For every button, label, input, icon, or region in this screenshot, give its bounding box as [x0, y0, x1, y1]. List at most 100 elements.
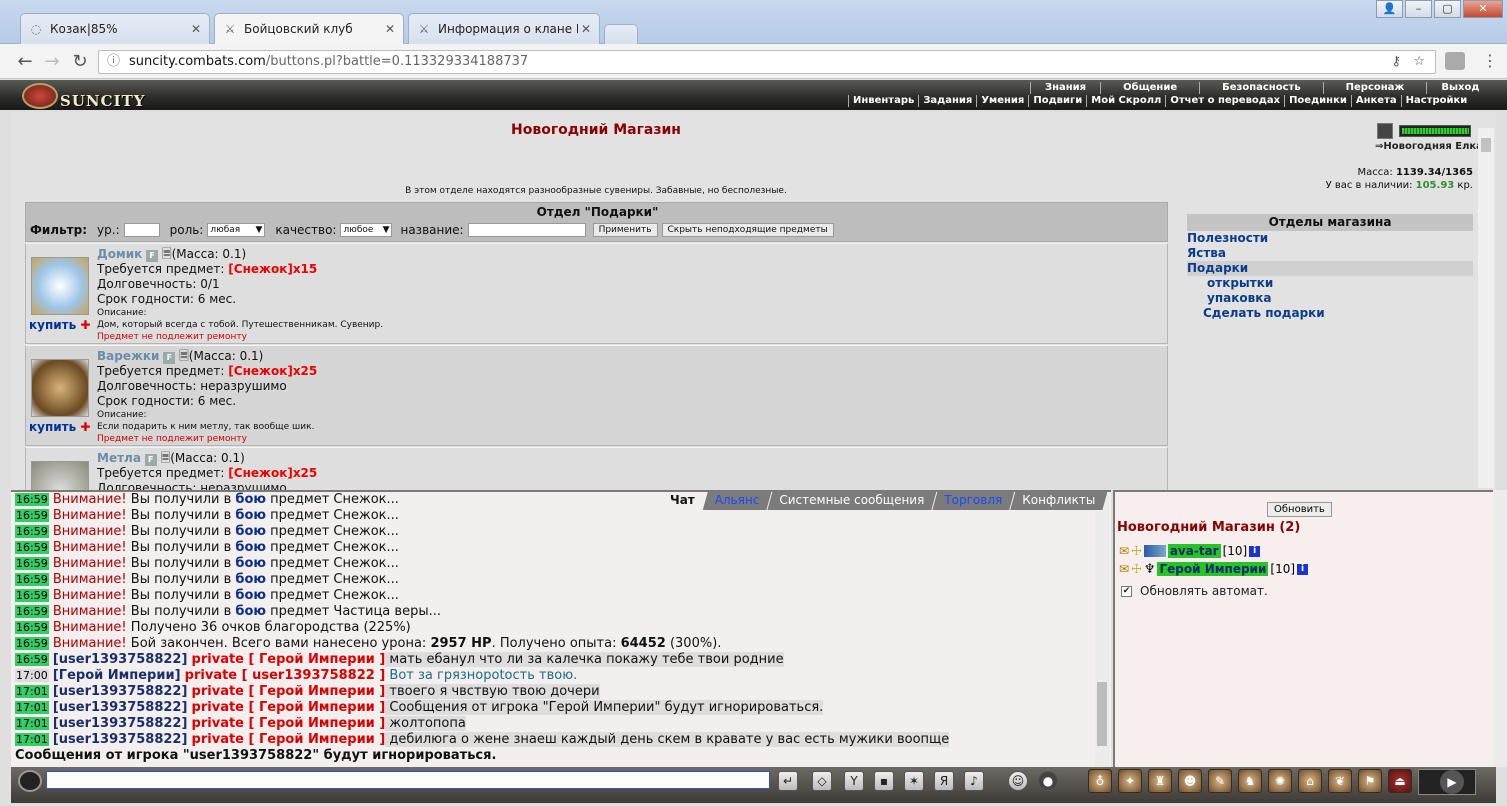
chat-time[interactable]: 16:59 — [15, 589, 49, 602]
tab-conflicts[interactable]: Конфликты — [1010, 492, 1107, 510]
chat-mode-icon[interactable] — [18, 770, 42, 792]
chat-time[interactable]: 16:59 — [15, 525, 49, 538]
chat-time[interactable]: 17:01 — [15, 717, 49, 730]
online-user[interactable]: ✉ ☩ ava-tar [10] i — [1119, 543, 1261, 559]
chat-time[interactable]: 17:01 — [15, 733, 49, 746]
chat-battle-link[interactable]: бою — [235, 556, 266, 571]
chat-battle-link[interactable]: бою — [235, 604, 266, 619]
forward-icon[interactable]: → — [42, 53, 62, 71]
close-window-button[interactable]: ✕ — [1463, 0, 1503, 18]
menu-quests[interactable]: Задания — [918, 95, 976, 107]
chat-private-target[interactable]: private [ user1393758822 ] — [185, 668, 386, 683]
menu-social[interactable]: Общение — [1100, 82, 1199, 94]
maximize-button[interactable]: ▢ — [1434, 0, 1461, 18]
online-scrollbar[interactable] — [1493, 490, 1507, 767]
bookmark-star-icon[interactable]: ☆ — [1413, 51, 1425, 73]
browser-tab-1[interactable]: ◌ Козак|85% ✕ — [20, 13, 210, 44]
shop-icon[interactable]: ⌂ — [1298, 769, 1322, 793]
doc-icon[interactable]: 🗏 — [161, 451, 171, 465]
item-image[interactable] — [31, 359, 89, 417]
chat-time[interactable]: 17:00 — [15, 669, 49, 682]
page-scrollbar[interactable] — [1478, 128, 1494, 488]
item-req[interactable]: [Снежок]x25 — [228, 364, 317, 378]
close-tab-icon[interactable]: ✕ — [385, 22, 395, 36]
chat-battle-link[interactable]: бою — [235, 540, 266, 555]
chat-battle-link[interactable]: бою — [235, 572, 266, 587]
chat-user[interactable]: [user1393758822] — [53, 716, 188, 731]
hide-unsuitable-button[interactable]: Скрыть неподходящие предметы — [661, 223, 834, 237]
info-icon[interactable]: i — [1249, 545, 1261, 557]
menu-feats[interactable]: Подвиги — [1028, 95, 1086, 107]
chat-battle-link[interactable]: бою — [235, 508, 266, 523]
chat-time[interactable]: 16:59 — [15, 493, 49, 506]
menu-character[interactable]: Персонаж — [1322, 82, 1427, 94]
browser-tab-3[interactable]: ⚔ Информация о клане N ✕ — [408, 13, 600, 44]
menu-security[interactable]: Безопасность — [1199, 82, 1323, 94]
user-name[interactable]: Герой Империи — [1157, 562, 1269, 576]
auto-refresh[interactable]: ✔ Обновлять автомат. — [1121, 584, 1268, 598]
menu-profile[interactable]: Анкета — [1350, 95, 1401, 107]
name-input[interactable] — [467, 223, 586, 237]
refresh-button[interactable]: Обновить — [1267, 502, 1332, 517]
doc-icon[interactable]: 🗏 — [162, 247, 172, 261]
paw-icon[interactable]: ❦ — [1328, 769, 1352, 793]
smiley-icon[interactable]: ☺ — [1008, 771, 1028, 791]
dept-useful[interactable]: Полезности — [1187, 231, 1473, 246]
key-icon[interactable]: ⚷ — [1391, 51, 1401, 73]
menu-knowledge[interactable]: Знания — [1030, 82, 1100, 94]
eraser-icon[interactable]: ◇ — [812, 771, 832, 791]
menu-exit[interactable]: Выход — [1426, 82, 1493, 94]
chat-user[interactable]: [user1393758822] — [53, 684, 188, 699]
item-image[interactable] — [31, 461, 89, 490]
run-icon[interactable]: ✦ — [1118, 769, 1142, 793]
back-icon[interactable]: ← — [15, 53, 35, 71]
chat-private-target[interactable]: private [ Герой Империи ] — [192, 684, 386, 699]
online-user[interactable]: ✉ ☩ ♆ Герой Империи [10] i — [1119, 561, 1309, 577]
play-icon[interactable]: ▶ — [1440, 770, 1464, 794]
sound-icon[interactable]: ♪ — [964, 771, 984, 791]
checkbox-checked-icon[interactable]: ✔ — [1121, 585, 1132, 597]
chat-time[interactable]: 16:59 — [15, 653, 49, 666]
chat-time[interactable]: 17:01 — [15, 685, 49, 698]
chat-user[interactable]: [Герой Империи] — [53, 668, 181, 683]
browser-tab-2[interactable]: ⚔ Бойцовский клуб ✕ — [214, 13, 404, 44]
bag-icon[interactable]: ♜ — [1148, 769, 1172, 793]
chat-user[interactable]: [user1393758822] — [53, 732, 188, 747]
user-name[interactable]: ava-tar — [1167, 544, 1221, 558]
mask-icon[interactable]: ☻ — [1178, 769, 1202, 793]
chat-battle-link[interactable]: бою — [235, 588, 266, 603]
private-icon[interactable]: ✉ — [1119, 562, 1129, 576]
apply-button[interactable]: Применить — [592, 223, 658, 237]
knight-icon[interactable]: ♞ — [1238, 769, 1262, 793]
chat-time[interactable]: 16:59 — [15, 573, 49, 586]
close-tab-icon[interactable]: ✕ — [191, 22, 201, 36]
flag-icon[interactable]: ⚑ — [1358, 769, 1382, 793]
buy-button[interactable]: купить ✚ — [29, 318, 90, 332]
send-icon[interactable]: ↵ — [778, 771, 798, 791]
info-icon[interactable]: i — [1297, 563, 1309, 575]
close-tab-icon[interactable]: ✕ — [581, 22, 591, 36]
user-icon[interactable]: 👤 — [1376, 0, 1403, 18]
potion-icon[interactable]: ♁ — [1088, 769, 1112, 793]
chat-time[interactable]: 16:59 — [15, 541, 49, 554]
save-icon[interactable]: ▪ — [874, 771, 894, 791]
new-tab-button[interactable] — [604, 24, 638, 44]
dept-make-gifts[interactable]: Сделать подарки — [1187, 306, 1473, 321]
scroll-icon[interactable]: ✎ — [1208, 769, 1232, 793]
fight-icon[interactable]: ✶ — [904, 771, 924, 791]
chat-time[interactable]: 16:59 — [15, 557, 49, 570]
menu-transfers[interactable]: Отчет о переводах — [1165, 95, 1284, 107]
helmet-icon[interactable]: ● — [1038, 771, 1058, 791]
menu-scroll[interactable]: Мой Скролл — [1086, 95, 1165, 107]
filter-icon[interactable]: Y — [844, 771, 864, 791]
dept-cards[interactable]: открытки — [1187, 276, 1473, 291]
chat-time[interactable]: 16:59 — [15, 621, 49, 634]
address-bar[interactable]: ⓘ suncity.combats.com/buttons.pl?battle=… — [98, 50, 1436, 74]
exit-icon[interactable]: ⏏ — [1388, 769, 1412, 793]
menu-settings[interactable]: Настройки — [1400, 95, 1472, 107]
item-name[interactable]: Домик — [97, 247, 142, 261]
tab-alliance[interactable]: Альянс — [703, 492, 772, 510]
item-req[interactable]: [Снежок]x15 — [228, 262, 317, 276]
menu-skills[interactable]: Умения — [976, 95, 1028, 107]
private-icon[interactable]: ✉ — [1119, 544, 1129, 558]
